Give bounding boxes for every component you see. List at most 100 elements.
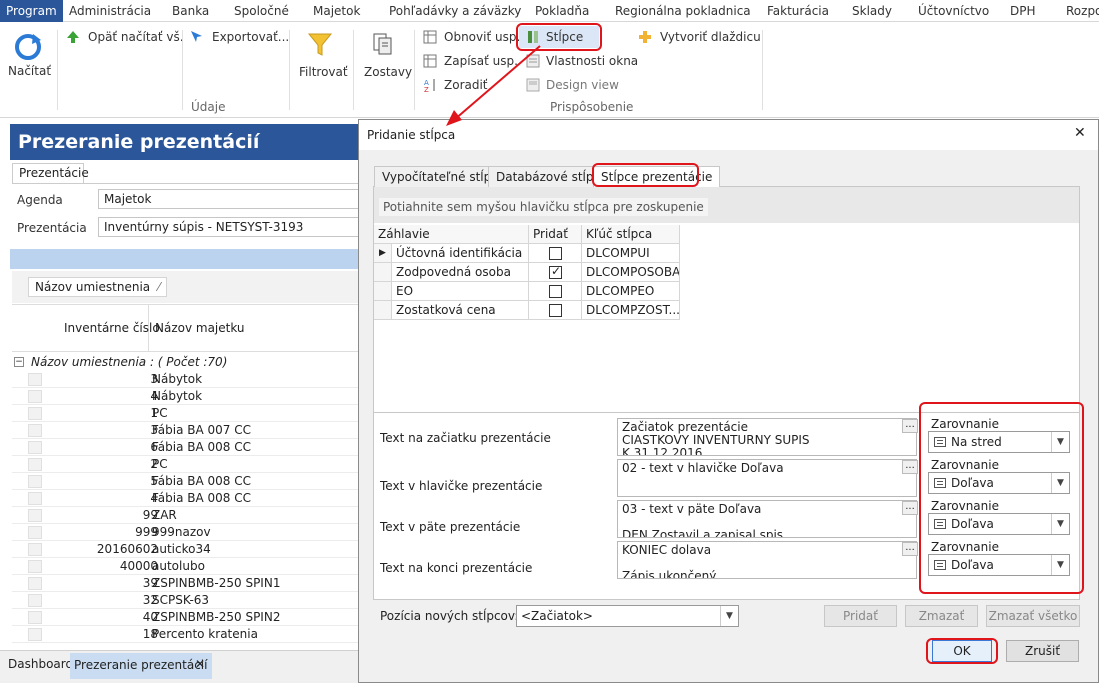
align-select[interactable]: Na stred ▼ (928, 431, 1070, 453)
vytvorit-dlazdicu-button[interactable]: Vytvoriť dlaždicu (660, 30, 761, 44)
close-icon[interactable]: ✕ (195, 657, 205, 671)
row-indicator[interactable] (28, 577, 42, 590)
menu-fakturacia[interactable]: Fakturácia (767, 0, 829, 22)
menu-spolocne[interactable]: Spoločné (234, 0, 289, 22)
chevron-down-icon[interactable]: ▼ (720, 606, 738, 626)
row-indicator[interactable] (28, 560, 42, 573)
menu-program[interactable]: Program (0, 0, 63, 22)
table-row[interactable]: 39 ZSPINBMB-250 SPIN1 (12, 575, 360, 592)
text-memo[interactable]: KONIEC dolava Zápis ukončený (617, 541, 917, 579)
column-zahlavie[interactable]: Záhlavie (374, 225, 529, 244)
group-chip[interactable]: Názov umiestnenia ⁄ (28, 277, 167, 297)
table-row[interactable]: 3 Fábia BA 007 CC (12, 422, 360, 439)
table-row[interactable]: 6 Fábia BA 008 CC (12, 439, 360, 456)
vlastnosti-okna-button[interactable]: Vlastnosti okna (546, 54, 638, 68)
delete-all-button[interactable]: Zmazať všetko (986, 605, 1080, 627)
table-row[interactable]: 32 SCPSK-63 (12, 592, 360, 609)
table-row[interactable]: 3 Nábytok (12, 371, 360, 388)
table-row[interactable]: 4 Fábia BA 008 CC (12, 490, 360, 507)
chevron-down-icon[interactable]: ▼ (1051, 514, 1069, 534)
row-indicator[interactable] (28, 611, 42, 624)
table-row[interactable]: 2 PC (12, 456, 360, 473)
menu-dph[interactable]: DPH (1010, 0, 1036, 22)
filtrovat-button[interactable]: Filtrovať (299, 65, 348, 79)
prezentacia-field[interactable]: Inventúrny súpis - NETSYST-3193 (98, 217, 360, 237)
ellipsis-button[interactable]: ... (902, 419, 918, 433)
row-indicator[interactable] (28, 526, 42, 539)
cancel-button[interactable]: Zrušiť (1006, 640, 1079, 662)
row-indicator[interactable] (28, 373, 42, 386)
row-indicator[interactable] (28, 594, 42, 607)
table-row[interactable]: 99 ZAR (12, 507, 360, 524)
stlpce-button[interactable]: Stĺpce (546, 30, 583, 44)
menu-pokladna[interactable]: Pokladňa (535, 0, 589, 22)
menu-sklady[interactable]: Sklady (852, 0, 892, 22)
align-select[interactable]: Doľava ▼ (928, 513, 1070, 535)
row-indicator[interactable] (28, 628, 42, 641)
tab-dashboard[interactable]: Dashboard (8, 657, 73, 671)
column-kluc[interactable]: Kľúč stĺpca (582, 225, 680, 244)
table-row[interactable]: 5 Fábia BA 008 CC (12, 473, 360, 490)
table-row[interactable]: 999 999nazov (12, 524, 360, 541)
row-indicator[interactable] (28, 475, 42, 488)
menu-regionalna-pokladnica[interactable]: Regionálna pokladnica (615, 0, 751, 22)
chevron-down-icon[interactable]: ▼ (1051, 473, 1069, 493)
tab-prezentacie[interactable]: Prezentácie (12, 163, 89, 183)
row-indicator[interactable] (28, 441, 42, 454)
tab-prezeranie[interactable]: Prezeranie prezentácií ✕ (70, 653, 212, 679)
table-row[interactable]: 40000 autolubo (12, 558, 360, 575)
column-nazov-majetku[interactable]: Názov majetku (155, 321, 245, 335)
menu-rozpocet[interactable]: Rozpo (1066, 0, 1099, 22)
chevron-down-icon[interactable]: ▼ (1051, 555, 1069, 575)
row-selector[interactable]: ▶ (374, 244, 392, 263)
add-checkbox[interactable] (549, 285, 562, 298)
row-indicator[interactable] (28, 509, 42, 522)
ok-button[interactable]: OK (932, 640, 992, 662)
row-indicator[interactable] (28, 458, 42, 471)
table-row[interactable]: 18 Percento kratenia (12, 626, 360, 643)
text-memo[interactable]: 02 - text v hlavičke Doľava (617, 459, 917, 497)
zostavy-button[interactable]: Zostavy (364, 65, 412, 79)
column-pridat[interactable]: Pridať (529, 225, 582, 244)
filter-icon[interactable] (307, 32, 333, 58)
agenda-field[interactable]: Majetok (98, 189, 360, 209)
menu-banka[interactable]: Banka (172, 0, 209, 22)
row-indicator[interactable] (28, 492, 42, 505)
align-select[interactable]: Doľava ▼ (928, 554, 1070, 576)
table-row[interactable]: 40 ZSPINBMB-250 SPIN2 (12, 609, 360, 626)
menu-administracia[interactable]: Administrácia (69, 0, 151, 22)
collapse-icon[interactable]: − (14, 357, 24, 367)
opat-nacitat-button[interactable]: Opäť načítať vš. (88, 30, 184, 44)
design-view-button[interactable]: Design view (546, 78, 619, 92)
row-selector[interactable] (374, 282, 392, 301)
tab-stlpce-prezentacie[interactable]: Stĺpce prezentácie (593, 166, 721, 187)
close-icon[interactable]: ✕ (1074, 125, 1086, 141)
table-row[interactable]: 1 PC (12, 405, 360, 422)
position-select[interactable]: <Začiatok> ▼ (516, 605, 739, 627)
chevron-down-icon[interactable]: ▼ (1051, 432, 1069, 452)
add-checkbox[interactable] (549, 247, 562, 260)
report-icon[interactable] (372, 32, 394, 56)
add-button[interactable]: Pridať (824, 605, 897, 627)
table-row[interactable]: 4 Nábytok (12, 388, 360, 405)
row-indicator[interactable] (28, 543, 42, 556)
row-selector[interactable] (374, 301, 392, 320)
group-row[interactable]: − Názov umiestnenia : ( Počet :70) (12, 354, 360, 371)
menu-uctovnictvo[interactable]: Účtovníctvo (918, 0, 989, 22)
ellipsis-button[interactable]: ... (902, 501, 918, 515)
ellipsis-button[interactable]: ... (902, 460, 918, 474)
nacitat-button[interactable]: Načítať (8, 64, 51, 78)
row-indicator[interactable] (28, 407, 42, 420)
row-indicator[interactable] (28, 424, 42, 437)
refresh-icon[interactable] (13, 32, 43, 62)
add-checkbox[interactable] (549, 304, 562, 317)
menu-majetok[interactable]: Majetok (313, 0, 360, 22)
exportovat-button[interactable]: Exportovať... (212, 30, 289, 44)
text-memo[interactable]: Začiatok prezentácie CIASTKOVY INVENTURNY… (617, 418, 917, 456)
menu-pohladavky[interactable]: Pohľadávky a záväzky (389, 0, 521, 22)
table-row[interactable]: 20160602 auticko34 (12, 541, 360, 558)
align-select[interactable]: Doľava ▼ (928, 472, 1070, 494)
column-inventarne-cislo[interactable]: Inventárne číslo (64, 321, 160, 335)
text-memo[interactable]: 03 - text v päte Doľava DEN Zostavil a za… (617, 500, 917, 538)
add-checkbox[interactable]: ✓ (549, 264, 562, 279)
